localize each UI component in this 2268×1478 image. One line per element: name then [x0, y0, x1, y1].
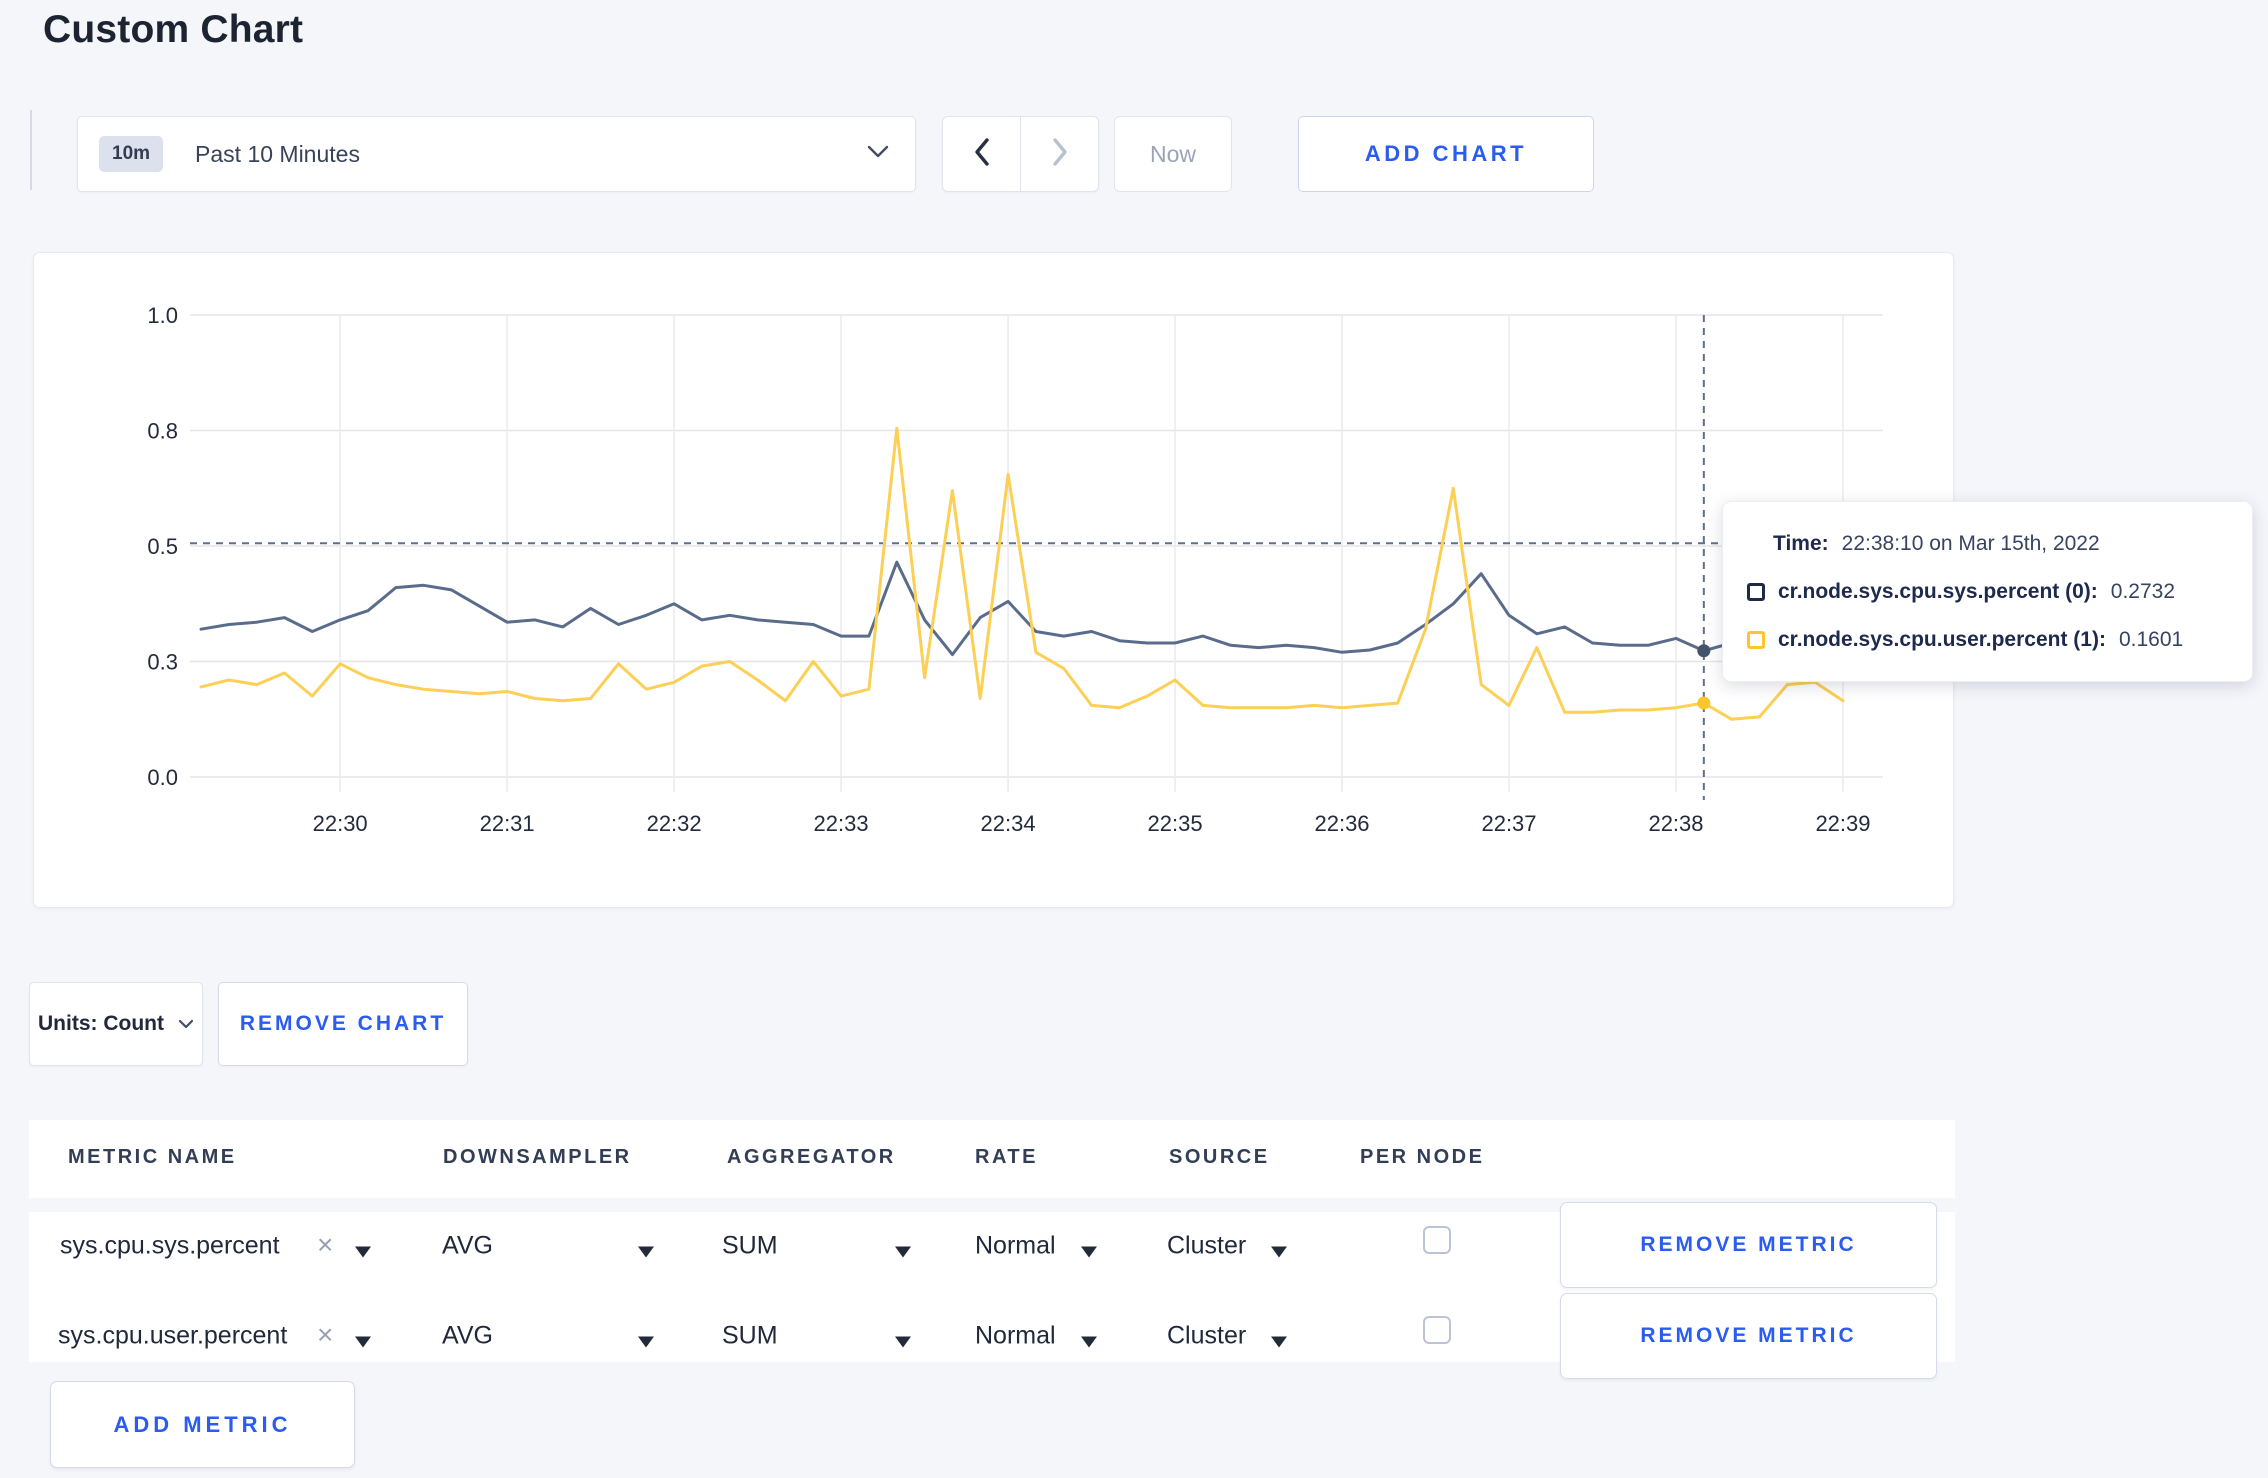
- series-sys-legend-swatch: [1747, 583, 1765, 601]
- tooltip-time-label: Time:: [1773, 532, 1829, 555]
- y-axis-tick-label: 0.0: [147, 765, 178, 790]
- x-axis-tick-label: 22:32: [647, 811, 702, 836]
- tooltip-series-user-name: cr.node.sys.cpu.user.percent (1):: [1778, 628, 2106, 651]
- tooltip-series-sys-value: 0.2732: [2110, 580, 2176, 603]
- y-axis-tick-label: 0.3: [147, 650, 178, 675]
- y-axis-tick-label: 1.0: [147, 303, 178, 328]
- x-axis-tick-label: 22:39: [1815, 811, 1870, 836]
- x-axis-tick-label: 22:37: [1481, 811, 1536, 836]
- y-axis-tick-label: 0.5: [147, 534, 178, 559]
- tooltip-series-sys-name: cr.node.sys.cpu.sys.percent (0):: [1778, 580, 2098, 603]
- series-sys-hover-dot: [1697, 644, 1711, 658]
- x-axis-tick-label: 22:31: [480, 811, 535, 836]
- x-axis-tick-label: 22:38: [1648, 811, 1703, 836]
- x-axis-tick-label: 22:36: [1314, 811, 1369, 836]
- x-axis-tick-label: 22:34: [981, 811, 1036, 836]
- y-axis-tick-label: 0.8: [147, 419, 178, 444]
- chart-canvas[interactable]: 0.0 0.3 0.5 0.8 1.0 22:30 22:31 22:32 22:33 22:34…: [0, 0, 2268, 1478]
- x-axis-tick-label: 22:35: [1148, 811, 1203, 836]
- series-user-hover-dot: [1697, 696, 1711, 710]
- tooltip-series-user-value: 0.1601: [2118, 628, 2184, 651]
- chart-hover-tooltip: Time: 22:38:10 on Mar 15th, 2022 cr.node…: [1722, 501, 2253, 682]
- tooltip-time-value: 22:38:10 on Mar 15th, 2022: [1841, 532, 2100, 555]
- x-axis-tick-label: 22:30: [313, 811, 368, 836]
- series-sys-line: [199, 560, 1845, 657]
- series-user-legend-swatch: [1747, 631, 1765, 649]
- series-user-line: [199, 426, 1845, 721]
- x-axis-tick-label: 22:33: [814, 811, 869, 836]
